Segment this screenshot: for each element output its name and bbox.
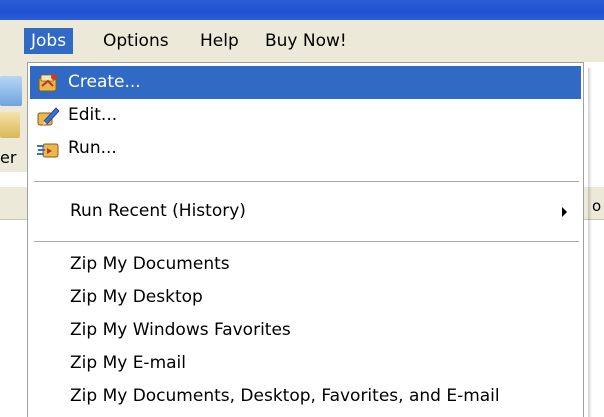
menu-item-zip-favorites-label: Zip My Windows Favorites [70, 320, 291, 340]
background-label: o [592, 197, 602, 215]
menu-jobs[interactable]: Jobs [24, 28, 74, 54]
menu-item-zip-email[interactable]: Zip My E-mail [30, 347, 581, 380]
menu-item-zip-documents-label: Zip My Documents [70, 254, 230, 274]
submenu-arrow-icon [562, 207, 567, 217]
menu-item-create-label: Create... [68, 72, 141, 92]
jobs-dropdown-menu: Create... Edit... Run... Run Recent (His… [27, 62, 584, 417]
menu-item-edit[interactable]: Edit... [30, 99, 581, 132]
menu-jobs-label: Jobs [31, 31, 67, 51]
window-titlebar [0, 0, 604, 20]
menubar: Jobs Options Help Buy Now! [0, 20, 604, 62]
menu-options[interactable]: Options [96, 28, 176, 54]
menu-item-create[interactable]: Create... [30, 66, 581, 99]
menu-help-label: Help [200, 31, 239, 51]
run-job-icon [37, 143, 59, 158]
menu-buy-now-label: Buy Now! [265, 31, 347, 51]
menu-item-zip-email-label: Zip My E-mail [70, 353, 186, 373]
menu-separator [34, 241, 579, 242]
dropdown-shadow [588, 68, 592, 417]
menu-item-run[interactable]: Run... [30, 132, 581, 165]
menu-separator [34, 181, 579, 182]
menu-buy-now[interactable]: Buy Now! [258, 28, 354, 54]
menu-item-zip-desktop-label: Zip My Desktop [70, 287, 203, 307]
edit-job-icon [37, 107, 60, 126]
menu-item-zip-all-label: Zip My Documents, Desktop, Favorites, an… [70, 386, 500, 406]
create-job-icon [38, 74, 57, 92]
menu-help[interactable]: Help [193, 28, 246, 54]
toolbar-label: er [0, 148, 17, 167]
menu-item-zip-all[interactable]: Zip My Documents, Desktop, Favorites, an… [30, 380, 581, 413]
menu-options-label: Options [103, 31, 169, 51]
menu-item-zip-documents[interactable]: Zip My Documents [30, 248, 581, 281]
menu-item-run-label: Run... [68, 138, 117, 158]
toolbar-icon[interactable] [0, 76, 22, 106]
menu-item-zip-desktop[interactable]: Zip My Desktop [30, 281, 581, 314]
menu-item-run-recent[interactable]: Run Recent (History) [30, 195, 581, 228]
toolbar-icon[interactable] [0, 112, 20, 138]
menu-item-zip-favorites[interactable]: Zip My Windows Favorites [30, 314, 581, 347]
menu-item-run-recent-label: Run Recent (History) [70, 201, 246, 221]
menu-item-edit-label: Edit... [68, 105, 118, 125]
